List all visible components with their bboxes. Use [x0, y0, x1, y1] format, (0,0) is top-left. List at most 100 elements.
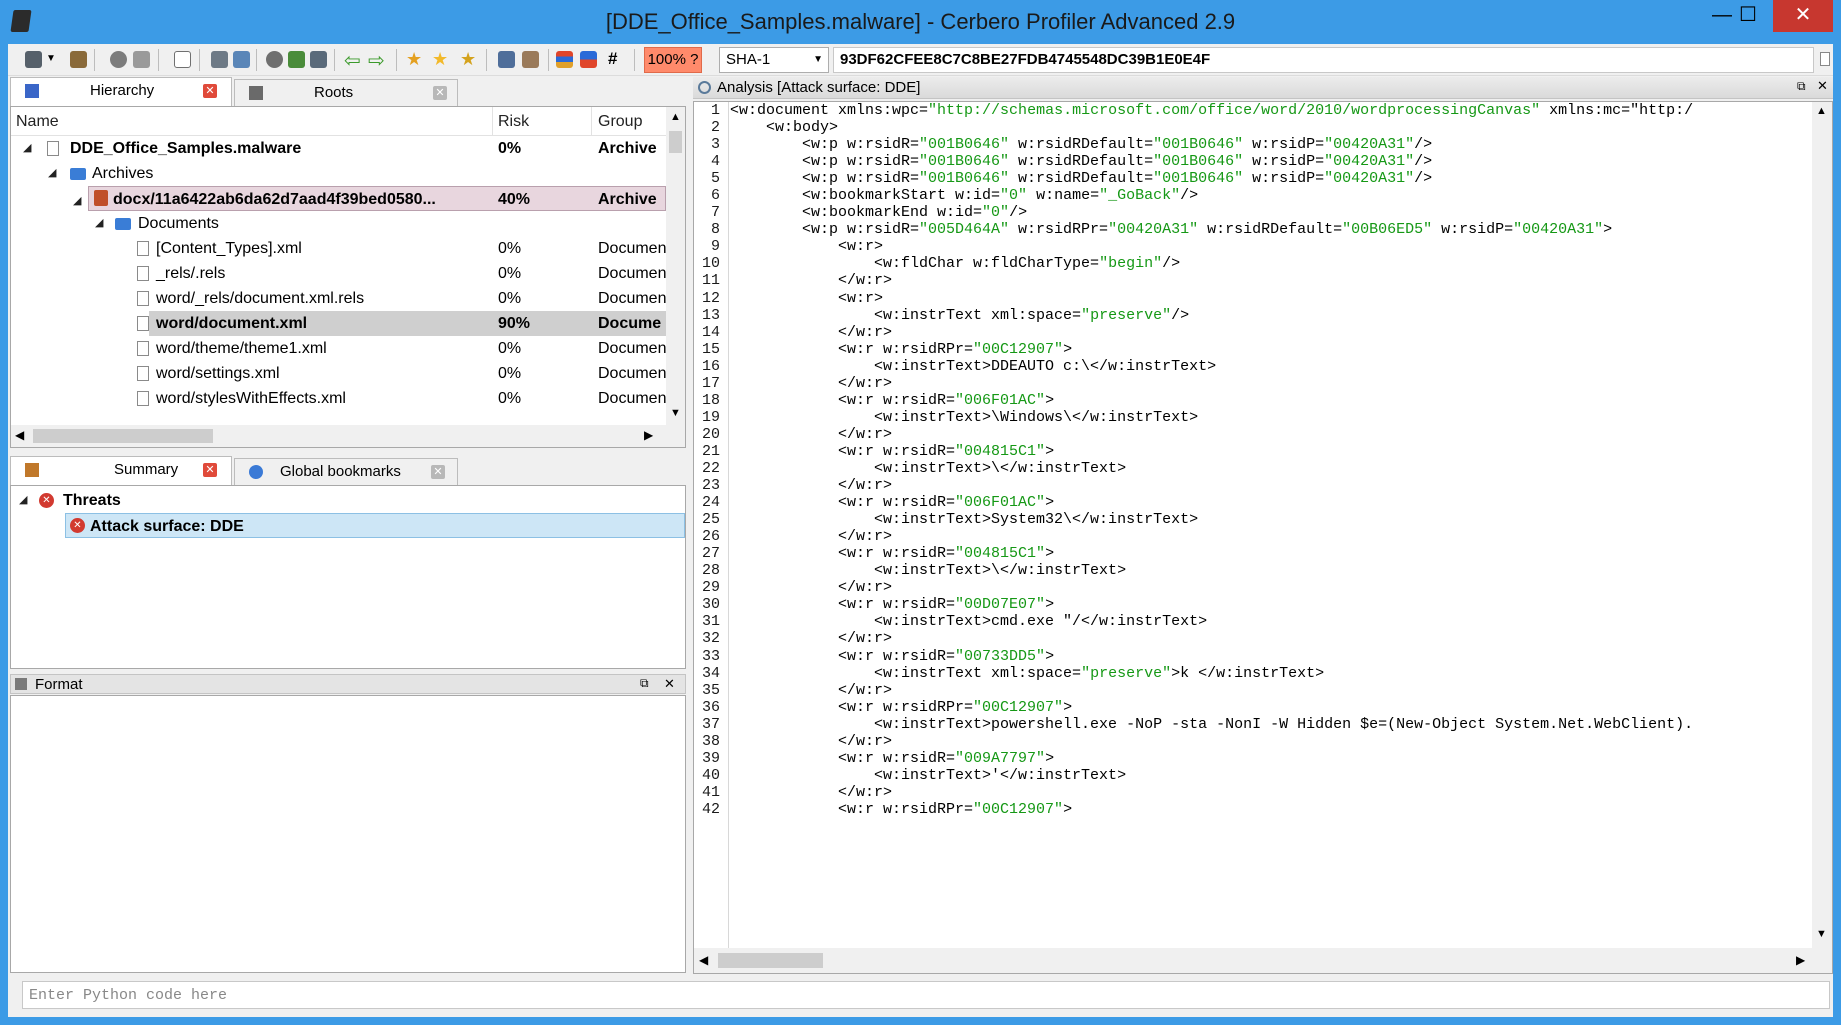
- column-header-group[interactable]: Group: [598, 113, 642, 131]
- new-window-icon[interactable]: [174, 51, 191, 68]
- hash-algorithm-select[interactable]: SHA-1 ▼: [719, 47, 829, 73]
- view-hex-icon[interactable]: [211, 51, 228, 68]
- hash-icon[interactable]: #: [608, 49, 617, 69]
- tree-row[interactable]: word/stylesWithEffects.xml 0% Documen: [15, 386, 666, 411]
- code-line: <w:r>: [730, 238, 884, 256]
- tree-row[interactable]: word/theme/theme1.xml 0% Documen: [15, 336, 666, 361]
- tree-row-group: Archive: [598, 191, 657, 208]
- line-number: 9: [710, 238, 720, 256]
- tab-hierarchy[interactable]: Hierarchy ✕: [10, 77, 232, 107]
- code-line: <w:body>: [730, 119, 839, 137]
- tree-row[interactable]: ◢ Archives: [15, 161, 665, 186]
- tree-vertical-scrollbar[interactable]: ▲ ▼: [666, 107, 685, 425]
- close-icon[interactable]: ✕: [203, 84, 217, 98]
- tree-row-name: Documents: [138, 215, 219, 232]
- expand-arrow-icon[interactable]: ◢: [95, 211, 103, 236]
- expand-arrow-icon[interactable]: ◢: [23, 136, 31, 161]
- scroll-up-icon[interactable]: ▲: [670, 111, 681, 123]
- colors-icon[interactable]: [556, 51, 573, 68]
- tree-row[interactable]: word/document.xml 90% Docume: [149, 311, 666, 336]
- hash-value-field[interactable]: 93DF62CFEE8C7C8BE27FDB4745548DC39B1E0E4F: [833, 47, 1814, 73]
- close-icon[interactable]: ✕: [203, 463, 217, 477]
- undock-icon[interactable]: ⧉: [640, 676, 649, 691]
- close-icon[interactable]: ✕: [431, 465, 445, 479]
- threat-icon: ✕: [39, 493, 54, 508]
- bookmark-star-icon[interactable]: ★: [432, 49, 448, 70]
- code-line: </w:r>: [730, 783, 893, 801]
- tab-global-bookmarks-label: Global bookmarks: [280, 463, 401, 480]
- undock-icon[interactable]: ⧉: [1797, 79, 1806, 94]
- attack-surface-item[interactable]: ✕ Attack surface: DDE: [65, 513, 685, 538]
- scrollbar-thumb[interactable]: [33, 429, 213, 443]
- find-next-icon[interactable]: [288, 51, 305, 68]
- tree-row[interactable]: word/_rels/document.xml.rels 0% Documen: [15, 286, 667, 311]
- tree-horizontal-scrollbar[interactable]: ◀ ▶: [11, 425, 685, 447]
- expand-arrow-icon[interactable]: ◢: [19, 488, 27, 513]
- tab-roots[interactable]: Roots ✕: [234, 79, 458, 107]
- threats-group[interactable]: ◢ ✕ Threats: [11, 488, 683, 513]
- scroll-down-icon[interactable]: ▼: [670, 407, 681, 419]
- edit-icon[interactable]: [522, 51, 539, 68]
- dropdown-arrow-icon[interactable]: ▼: [46, 53, 56, 64]
- scrollbar-thumb[interactable]: [718, 953, 823, 968]
- find-all-icon[interactable]: [310, 51, 327, 68]
- code-line: <w:instrText xml:space="preserve">k </w:…: [730, 664, 1325, 682]
- tree-row-risk: 0%: [498, 265, 522, 282]
- tree-row[interactable]: docx/11a6422ab6da62d7aad4f39bed0580... 4…: [88, 186, 666, 211]
- format-panel: [10, 695, 686, 973]
- scroll-down-icon[interactable]: ▼: [1816, 928, 1827, 940]
- line-number: 12: [701, 289, 720, 307]
- scroll-left-icon[interactable]: ◀: [699, 953, 708, 967]
- scan-icon[interactable]: [498, 51, 515, 68]
- forward-arrow-icon[interactable]: ⇨: [368, 48, 385, 73]
- title-bar: [DDE_Office_Samples.malware] - Cerbero P…: [0, 0, 1841, 44]
- tree-row[interactable]: [Content_Types].xml 0% Documen: [15, 236, 666, 261]
- python-input[interactable]: Enter Python code here: [22, 981, 1830, 1009]
- search-icon[interactable]: [266, 51, 283, 68]
- close-window-button[interactable]: ✕: [1773, 0, 1833, 32]
- scroll-right-icon[interactable]: ▶: [644, 428, 653, 442]
- settings-gear-icon[interactable]: [110, 51, 127, 68]
- hierarchy-panel: Name Risk Group ◢ DDE_Office_Samples.mal…: [10, 106, 686, 448]
- bookmark-add-icon[interactable]: ★: [406, 49, 422, 70]
- column-header-risk[interactable]: Risk: [498, 113, 529, 131]
- tree-row[interactable]: ◢ Documents: [15, 211, 665, 236]
- tree-row[interactable]: _rels/.rels 0% Documen: [15, 261, 666, 286]
- tab-global-bookmarks[interactable]: Global bookmarks ✕: [234, 458, 458, 486]
- tree-row[interactable]: word/settings.xml 0% Documen: [15, 361, 666, 386]
- code-vertical-scrollbar[interactable]: ▲ ▼: [1812, 102, 1832, 948]
- code-view[interactable]: 1 2 3 4 5 6 7 8 9 10 11 12 13 14 15 16 17 18 19 20 21 22 23 24 2…: [693, 101, 1833, 974]
- scroll-left-icon[interactable]: ◀: [15, 428, 24, 442]
- back-arrow-icon[interactable]: ⇦: [344, 48, 361, 73]
- zoom-indicator[interactable]: 100% ?: [644, 47, 702, 73]
- attack-surface-label: Attack surface: DDE: [90, 518, 244, 535]
- open-icon[interactable]: [70, 51, 87, 68]
- maximize-button[interactable]: ☐: [1726, 0, 1770, 32]
- close-icon[interactable]: ✕: [664, 676, 675, 692]
- copy-icon[interactable]: [1820, 52, 1830, 66]
- options-icon[interactable]: [133, 51, 150, 68]
- save-icon[interactable]: [25, 51, 42, 68]
- code-line: <w:document xmlns:wpc="http://schemas.mi…: [730, 102, 1694, 119]
- scroll-up-icon[interactable]: ▲: [1816, 105, 1827, 117]
- tree-row[interactable]: ◢ DDE_Office_Samples.malware 0% Archive: [15, 136, 665, 161]
- scroll-right-icon[interactable]: ▶: [1796, 953, 1805, 967]
- code-horizontal-scrollbar[interactable]: ◀ ▶: [694, 948, 1832, 973]
- close-icon[interactable]: ✕: [433, 86, 447, 100]
- bookmark-list-icon[interactable]: ★: [460, 49, 476, 70]
- column-header-name[interactable]: Name: [16, 113, 59, 131]
- scrollbar-thumb[interactable]: [669, 131, 682, 153]
- close-icon[interactable]: ✕: [1817, 78, 1828, 94]
- line-number: 18: [701, 391, 720, 409]
- toolbar-separator: [334, 49, 335, 71]
- tree-row-group: Documen: [598, 290, 667, 307]
- layout-icon[interactable]: [580, 51, 597, 68]
- tree-row-group: Docume: [598, 315, 662, 332]
- expand-arrow-icon[interactable]: ◢: [73, 194, 81, 207]
- tab-summary[interactable]: Summary ✕: [10, 456, 232, 486]
- view-text-icon[interactable]: [233, 51, 250, 68]
- line-number: 42: [701, 800, 720, 818]
- code-text-area[interactable]: <w:document xmlns:wpc="http://schemas.mi…: [730, 102, 1810, 948]
- expand-arrow-icon[interactable]: ◢: [48, 161, 56, 186]
- tree-row-name: word/stylesWithEffects.xml: [156, 390, 346, 407]
